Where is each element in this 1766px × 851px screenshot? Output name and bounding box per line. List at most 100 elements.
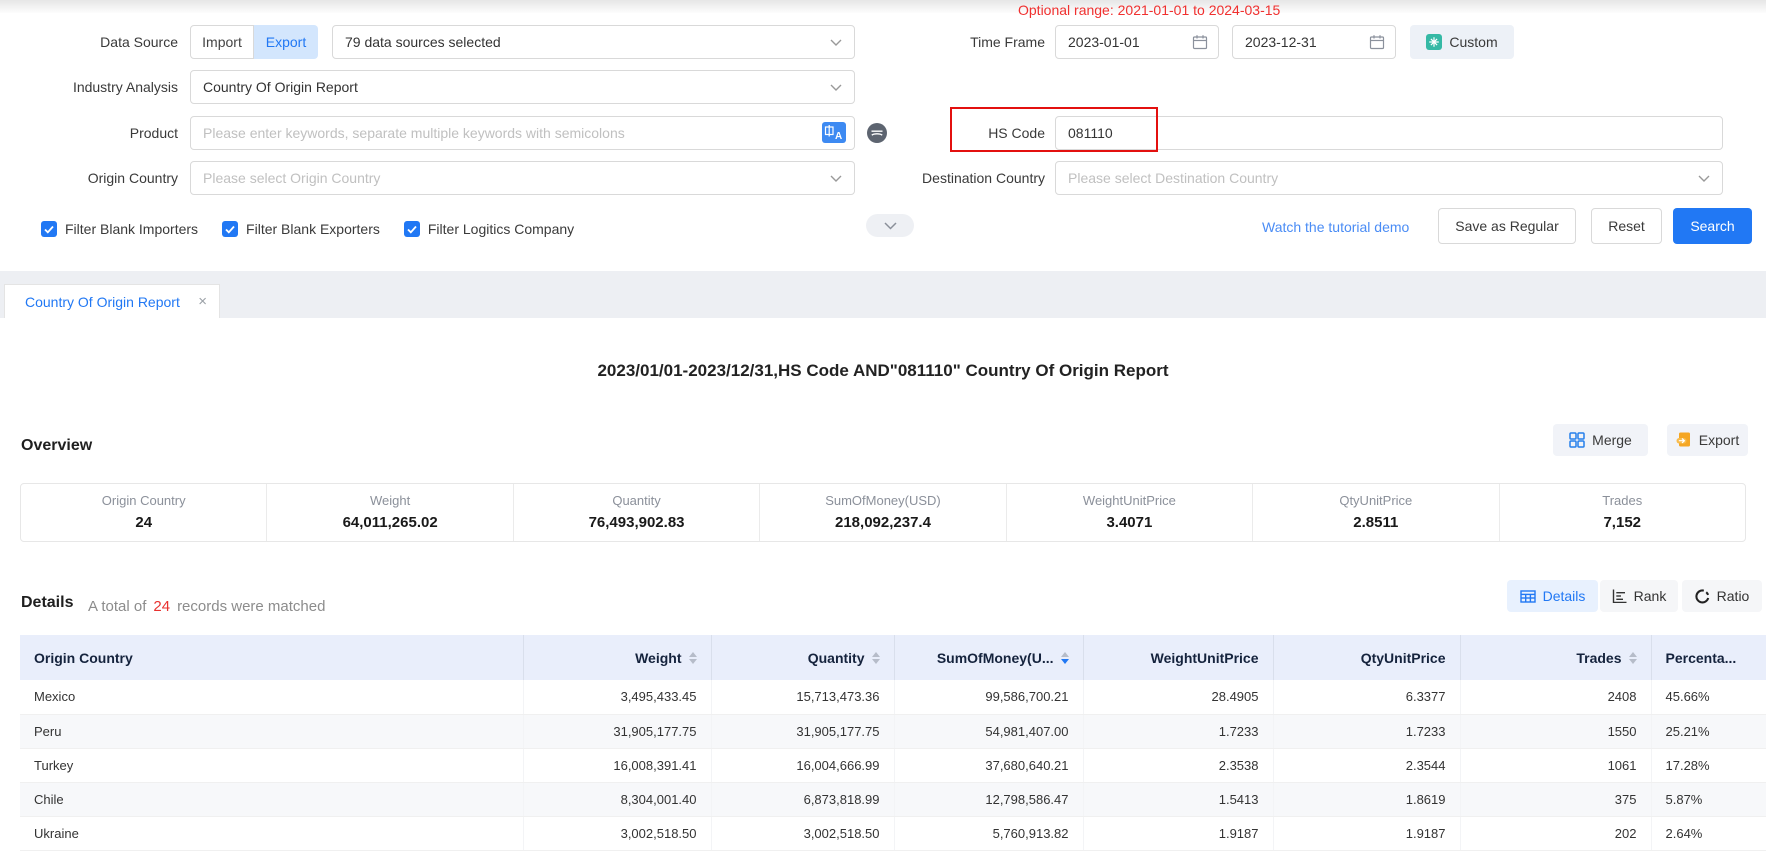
- destination-country-select[interactable]: Please select Destination Country: [1055, 161, 1723, 195]
- cell-weight: 3,495,433.45: [523, 680, 711, 714]
- tab-label: Country Of Origin Report: [25, 294, 180, 310]
- column-header-percenta: Percenta...: [1651, 635, 1766, 680]
- import-toggle[interactable]: Import: [190, 25, 254, 59]
- sort-icon[interactable]: [872, 652, 880, 664]
- cell-sumofmoney-u: 12,798,586.47: [894, 782, 1083, 816]
- cell-weightunitprice: 28.4905: [1083, 680, 1273, 714]
- merge-icon: [1569, 432, 1585, 448]
- stat-sumofmoney-usd: SumOfMoney(USD)218,092,237.4: [759, 484, 1005, 541]
- view-ratio-label: Ratio: [1717, 588, 1750, 604]
- merge-button[interactable]: Merge: [1553, 424, 1648, 456]
- merge-button-label: Merge: [1592, 432, 1632, 448]
- column-header-label: Origin Country: [34, 650, 133, 666]
- stat-label: Origin Country: [102, 493, 186, 508]
- table-row: Turkey16,008,391.4116,004,666.9937,680,6…: [20, 748, 1766, 782]
- cell-weight: 8,304,001.40: [523, 782, 711, 816]
- column-header-label: Trades: [1576, 650, 1621, 666]
- stat-label: Quantity: [612, 493, 660, 508]
- column-header-qtyunitprice: QtyUnitPrice: [1273, 635, 1460, 680]
- checkbox-filter-blank-importers[interactable]: Filter Blank Importers: [41, 221, 198, 237]
- checkbox-filter-logitics-company[interactable]: Filter Logitics Company: [404, 221, 574, 237]
- custom-icon: [1426, 34, 1442, 50]
- destination-country-placeholder: Please select Destination Country: [1068, 170, 1278, 186]
- total-prefix: A total of: [88, 598, 146, 615]
- table-header-row: Origin Country Weight QuantitySumOfMoney(U…: [20, 635, 1766, 680]
- cell-trades: 375: [1460, 782, 1651, 816]
- checkbox-checked-icon: [222, 221, 238, 237]
- column-header-label: Weight: [635, 650, 681, 666]
- origin-country-label: Origin Country: [0, 170, 178, 186]
- translate-icon[interactable]: A: [822, 122, 846, 143]
- cell-weight: 16,008,391.41: [523, 748, 711, 782]
- custom-range-button[interactable]: Custom: [1410, 25, 1514, 59]
- stat-value: 7,152: [1603, 514, 1641, 531]
- export-button[interactable]: Export: [1667, 424, 1748, 456]
- stat-value: 24: [135, 514, 152, 531]
- hs-code-input[interactable]: [1055, 116, 1723, 150]
- destination-country-label: Destination Country: [845, 170, 1045, 186]
- chevron-down-icon: [884, 222, 897, 230]
- export-button-label: Export: [1699, 432, 1739, 448]
- close-icon[interactable]: ×: [198, 294, 207, 309]
- search-button[interactable]: Search: [1673, 208, 1752, 244]
- export-icon: [1676, 432, 1692, 448]
- cell-weightunitprice: 2.3538: [1083, 748, 1273, 782]
- data-sources-select[interactable]: 79 data sources selected: [332, 25, 855, 59]
- custom-button-label: Custom: [1449, 34, 1497, 50]
- hs-code-label: HS Code: [845, 125, 1045, 141]
- product-keywords-input[interactable]: [190, 116, 855, 150]
- cell-percenta: 25.21%: [1651, 714, 1766, 748]
- collapse-filters-button[interactable]: [866, 214, 914, 237]
- industry-analysis-select[interactable]: Country Of Origin Report: [190, 70, 855, 104]
- cell-sumofmoney-u: 54,981,407.00: [894, 714, 1083, 748]
- cell-percenta: 5.87%: [1651, 782, 1766, 816]
- stat-origin-country: Origin Country 24: [21, 484, 266, 541]
- stat-label: Weight: [370, 493, 410, 508]
- view-ratio-button[interactable]: Ratio: [1682, 580, 1762, 612]
- stat-quantity: Quantity76,493,902.83: [513, 484, 759, 541]
- data-sources-select-value: 79 data sources selected: [345, 34, 501, 50]
- calendar-icon[interactable]: [1369, 34, 1385, 50]
- column-header-trades[interactable]: Trades: [1460, 635, 1651, 680]
- export-toggle[interactable]: Export: [254, 25, 318, 59]
- stat-weightunitprice: WeightUnitPrice3.4071: [1006, 484, 1252, 541]
- cell-qtyunitprice: 2.3544: [1273, 748, 1460, 782]
- column-header-weight[interactable]: Weight: [523, 635, 711, 680]
- reset-button[interactable]: Reset: [1591, 208, 1662, 244]
- cell-quantity: 16,004,666.99: [711, 748, 894, 782]
- sort-icon[interactable]: [1629, 652, 1637, 664]
- save-as-regular-button[interactable]: Save as Regular: [1438, 208, 1576, 244]
- origin-country-select[interactable]: Please select Origin Country: [190, 161, 855, 195]
- checkbox-label: Filter Logitics Company: [428, 221, 574, 237]
- table-row: Mexico3,495,433.4515,713,473.3699,586,70…: [20, 680, 1766, 714]
- column-header-quantity[interactable]: Quantity: [711, 635, 894, 680]
- tab-country-of-origin-report[interactable]: Country Of Origin Report ×: [4, 284, 220, 318]
- calendar-icon[interactable]: [1192, 34, 1208, 50]
- overview-stats: Origin Country24Weight64,011,265.02Quant…: [20, 483, 1746, 542]
- chevron-down-icon: [830, 175, 842, 182]
- cell-qtyunitprice: 1.8619: [1273, 782, 1460, 816]
- cell-percenta: 45.66%: [1651, 680, 1766, 714]
- view-details-button[interactable]: Details: [1507, 580, 1598, 612]
- view-rank-button[interactable]: Rank: [1600, 580, 1678, 612]
- optional-range-note: Optional range: 2021-01-01 to 2024-03-15: [1018, 2, 1280, 18]
- sort-icon[interactable]: [689, 652, 697, 664]
- cell-percenta: 17.28%: [1651, 748, 1766, 782]
- sort-icon[interactable]: [1061, 652, 1069, 664]
- cell-trades: 1061: [1460, 748, 1651, 782]
- checkbox-filter-blank-exporters[interactable]: Filter Blank Exporters: [222, 221, 380, 237]
- cell-weightunitprice: 1.7233: [1083, 714, 1273, 748]
- cell-trades: 2408: [1460, 680, 1651, 714]
- total-count: 24: [153, 598, 170, 615]
- cell-quantity: 6,873,818.99: [711, 782, 894, 816]
- data-source-label: Data Source: [0, 34, 178, 50]
- checkbox-label: Filter Blank Importers: [65, 221, 198, 237]
- column-header-sumofmoney-u[interactable]: SumOfMoney(U...: [894, 635, 1083, 680]
- tutorial-demo-link[interactable]: Watch the tutorial demo: [1262, 219, 1409, 235]
- checkbox-checked-icon: [404, 221, 420, 237]
- table-row: Chile8,304,001.406,873,818.9912,798,586.…: [20, 782, 1766, 816]
- view-details-label: Details: [1543, 588, 1586, 604]
- details-table: Origin Country Weight QuantitySumOfMoney(U…: [20, 635, 1766, 851]
- total-suffix: records were matched: [177, 598, 325, 615]
- panel-top-shade: [0, 0, 1766, 13]
